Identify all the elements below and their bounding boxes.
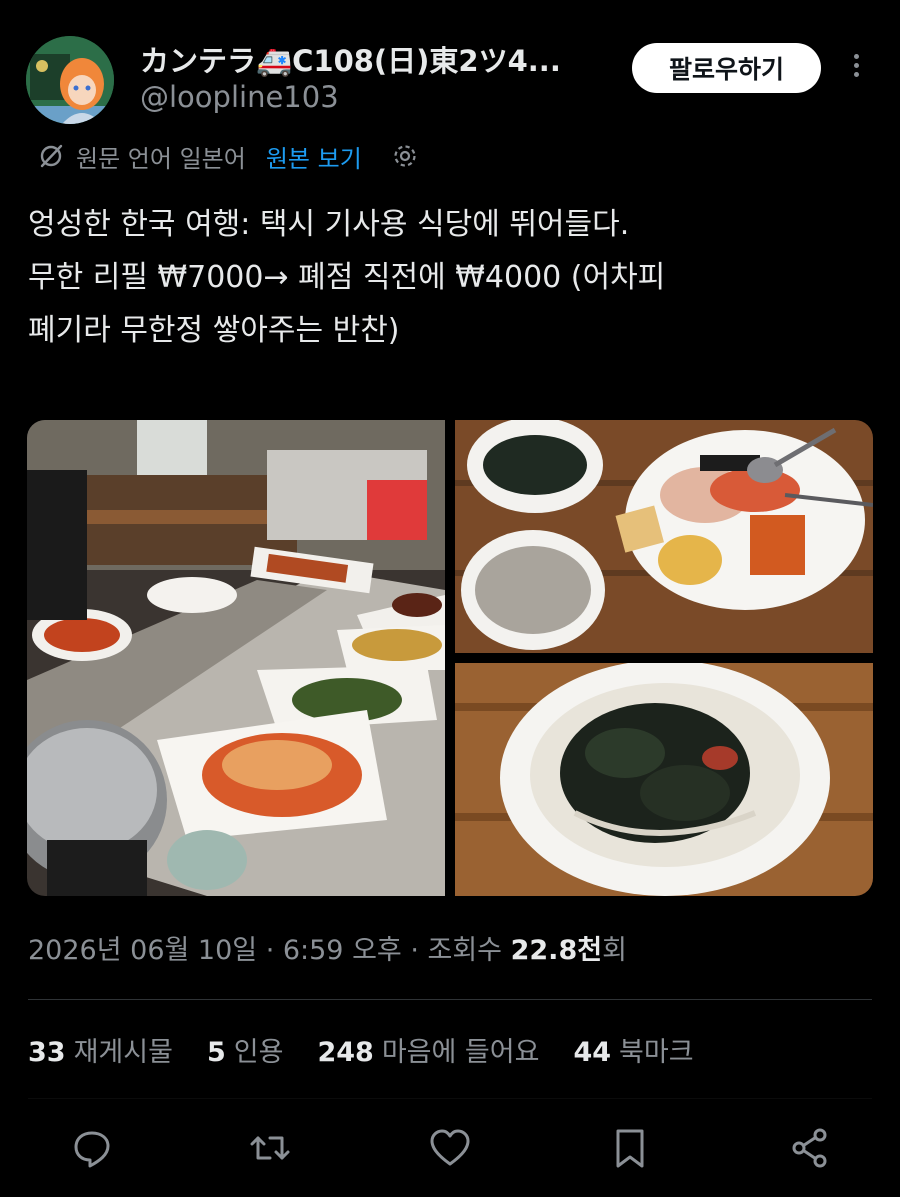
bookmarks-count: 44 — [573, 1037, 612, 1068]
translation-row: 원문 언어 일본어 원본 보기 — [36, 138, 420, 174]
quotes-count: 5 — [206, 1037, 226, 1068]
tweet-line: 무한 리필 ₩7000→ 폐점 직전에 ₩4000 (어차피 — [28, 260, 666, 295]
reply-icon[interactable] — [70, 1126, 114, 1170]
quotes-label: 인용 — [233, 1037, 284, 1068]
tweet-meta: 2026년 06월 10일 · 6:59 오후 · 조회수 22.8천회 — [28, 928, 627, 967]
avatar[interactable] — [26, 36, 114, 124]
divider — [28, 1098, 872, 1099]
reposts-label: 재게시물 — [73, 1037, 173, 1068]
follow-button[interactable]: 팔로우하기 — [632, 43, 821, 93]
media-grid — [27, 420, 873, 896]
avatar-image — [26, 36, 114, 124]
reposts-stat[interactable]: 33 재게시물 — [28, 1030, 173, 1069]
bookmarks-stat[interactable]: 44 북마크 — [573, 1030, 693, 1069]
bookmark-icon[interactable] — [608, 1126, 652, 1170]
quotes-stat[interactable]: 5 인용 — [207, 1030, 283, 1069]
divider — [28, 999, 872, 1000]
tweet-date: 2026년 06월 10일 · 6:59 오후 · 조회수 — [28, 935, 511, 966]
gear-icon[interactable] — [390, 141, 420, 171]
tweet-text: 엉성한 한국 여행: 택시 기사용 식당에 뛰어들다. 무한 리필 ₩7000→… — [28, 198, 888, 357]
more-options-icon[interactable] — [848, 50, 864, 86]
likes-stat[interactable]: 248 마음에 들어요 — [317, 1030, 539, 1069]
source-language-label: 원문 언어 일본어 — [76, 144, 246, 173]
repost-icon[interactable] — [248, 1126, 292, 1170]
photo-buffet[interactable] — [27, 420, 445, 896]
engagement-stats: 33 재게시물 5 인용 248 마음에 들어요 44 북마크 — [28, 1030, 728, 1069]
translate-off-icon — [40, 144, 63, 168]
likes-count: 248 — [317, 1037, 374, 1068]
bookmarks-label: 북마크 — [619, 1037, 694, 1068]
reposts-count: 33 — [28, 1037, 66, 1068]
likes-label: 마음에 들어요 — [381, 1037, 540, 1068]
action-bar — [52, 1120, 852, 1176]
view-suffix: 회 — [602, 935, 627, 966]
tweet-line: 엉성한 한국 여행: 택시 기사용 식당에 뛰어들다. — [28, 207, 630, 242]
photo-plate-soup[interactable] — [455, 420, 873, 653]
photo-noodles[interactable] — [455, 663, 873, 896]
tweet-line: 폐기라 무한정 쌓아주는 반찬) — [28, 313, 400, 348]
user-handle[interactable]: @loopline103 — [140, 80, 339, 114]
display-name[interactable]: カンテラ🚑C108(日)東2ツ4... — [140, 38, 610, 80]
view-original-link[interactable]: 원본 보기 — [266, 139, 362, 174]
heart-icon[interactable] — [428, 1126, 472, 1170]
share-icon[interactable] — [788, 1126, 832, 1170]
view-count[interactable]: 22.8천 — [511, 935, 602, 966]
